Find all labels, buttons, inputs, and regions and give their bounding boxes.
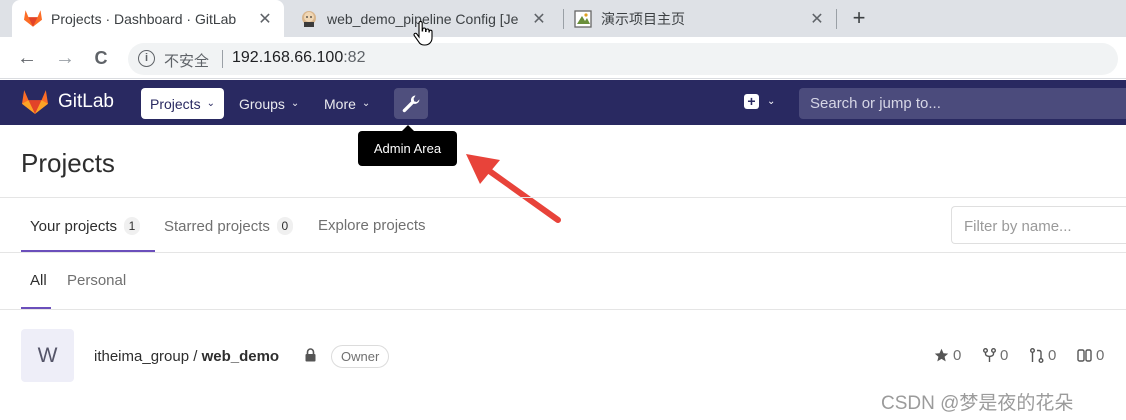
divider [0, 252, 1126, 253]
address-divider [222, 50, 223, 68]
search-placeholder: Search or jump to... [810, 95, 941, 112]
reload-button[interactable]: C [88, 45, 114, 71]
close-tab-icon[interactable]: ✕ [530, 9, 548, 29]
tab-label: Starred projects [164, 217, 270, 235]
csdn-watermark: CSDN @梦是夜的花朵 [881, 393, 1074, 414]
document-favicon-icon [574, 9, 592, 28]
tab-your-projects[interactable]: Your projects 1 [30, 217, 140, 235]
nav-groups-dropdown[interactable]: Groups ⌄ [230, 88, 308, 119]
issues-count[interactable]: 0 [1077, 347, 1104, 364]
info-icon[interactable]: i [138, 50, 155, 67]
chevron-down-icon: ⌄ [361, 98, 371, 109]
red-annotation-arrow-icon [466, 154, 561, 223]
url-text: 192.168.66.100:82 [232, 49, 365, 67]
count-badge: 1 [124, 217, 140, 235]
merge-request-icon [1030, 348, 1044, 363]
count-badge: 0 [276, 217, 293, 235]
admin-area-tooltip: Admin Area [358, 125, 457, 166]
new-tab-button[interactable]: + [848, 4, 870, 32]
subtab-personal[interactable]: Personal [67, 272, 126, 289]
divider [0, 197, 1126, 198]
browser-tab-bar: Projects · Dashboard · GitLab ✕ web_demo… [0, 0, 1126, 37]
nav-label: Groups [239, 95, 285, 112]
chevron-down-icon: ⌄ [290, 98, 300, 109]
security-label[interactable]: 不安全 [164, 50, 209, 71]
nav-label: Projects [150, 95, 201, 112]
back-button[interactable]: ← [14, 45, 40, 71]
role-badge: Owner [331, 345, 390, 368]
page-title: Projects [21, 148, 115, 178]
tab-label: Your projects [30, 217, 117, 235]
close-tab-icon[interactable]: ✕ [256, 9, 274, 29]
project-link[interactable]: itheima_group / web_demo [94, 348, 279, 365]
lock-icon [305, 348, 316, 362]
address-bar[interactable]: i 不安全 192.168.66.100:82 [128, 43, 1118, 75]
forks-count[interactable]: 0 [983, 347, 1008, 364]
tab-starred-projects[interactable]: Starred projects 0 [164, 217, 293, 235]
gitlab-header: GitLab Projects ⌄ Groups ⌄ More ⌄ + ⌄ Se… [0, 80, 1126, 125]
stat-value: 0 [1096, 347, 1105, 364]
chevron-down-icon: ⌄ [206, 98, 215, 109]
divider [0, 309, 1126, 310]
admin-area-button[interactable] [394, 88, 428, 119]
browser-toolbar: ← → C i 不安全 192.168.66.100:82 [0, 37, 1126, 79]
tab-explore-projects[interactable]: Explore projects [318, 217, 426, 234]
filter-by-name-input[interactable]: Filter by name... [951, 206, 1126, 244]
plus-square-icon: + [744, 94, 759, 109]
project-name: web_demo [201, 348, 280, 365]
close-tab-icon[interactable]: ✕ [808, 9, 826, 29]
wrench-icon [402, 94, 420, 112]
stat-value: 0 [953, 347, 962, 364]
url-host: 192.168.66.100 [232, 49, 344, 66]
gitlab-brand[interactable]: GitLab [58, 91, 114, 113]
browser-tab-gitlab[interactable]: Projects · Dashboard · GitLab ✕ [12, 0, 284, 37]
chevron-down-icon: ⌄ [767, 96, 776, 107]
forward-button[interactable]: → [52, 45, 78, 71]
stat-value: 0 [1048, 347, 1057, 364]
filter-placeholder: Filter by name... [964, 218, 1072, 235]
hand-cursor-icon [413, 21, 433, 46]
tab-separator [563, 9, 564, 29]
star-icon [934, 348, 949, 362]
tab-label: Explore projects [318, 217, 426, 234]
browser-tab-demo[interactable]: 演示项目主页 ✕ [572, 0, 832, 37]
jenkins-favicon-icon [300, 10, 318, 28]
gitlab-logo-icon[interactable] [22, 90, 48, 114]
nav-projects-dropdown[interactable]: Projects ⌄ [141, 88, 224, 119]
tab-title: Projects · Dashboard · GitLab [51, 10, 237, 27]
nav-label: More [324, 95, 356, 112]
issues-icon [1077, 349, 1092, 362]
url-port: :82 [343, 49, 366, 66]
tab-separator [836, 9, 837, 29]
fork-icon [983, 348, 996, 362]
project-avatar[interactable]: W [21, 329, 74, 382]
subtab-all[interactable]: All [30, 272, 47, 289]
search-input[interactable]: Search or jump to... [799, 88, 1126, 119]
stat-value: 0 [1000, 347, 1009, 364]
gitlab-favicon-icon [24, 10, 42, 28]
stars-count[interactable]: 0 [934, 347, 961, 364]
new-item-dropdown[interactable]: + ⌄ [744, 94, 775, 109]
nav-more-dropdown[interactable]: More ⌄ [315, 88, 379, 119]
merge-requests-count[interactable]: 0 [1030, 347, 1056, 364]
tab-title: 演示项目主页 [601, 10, 685, 27]
project-namespace: itheima_group / [94, 348, 202, 365]
